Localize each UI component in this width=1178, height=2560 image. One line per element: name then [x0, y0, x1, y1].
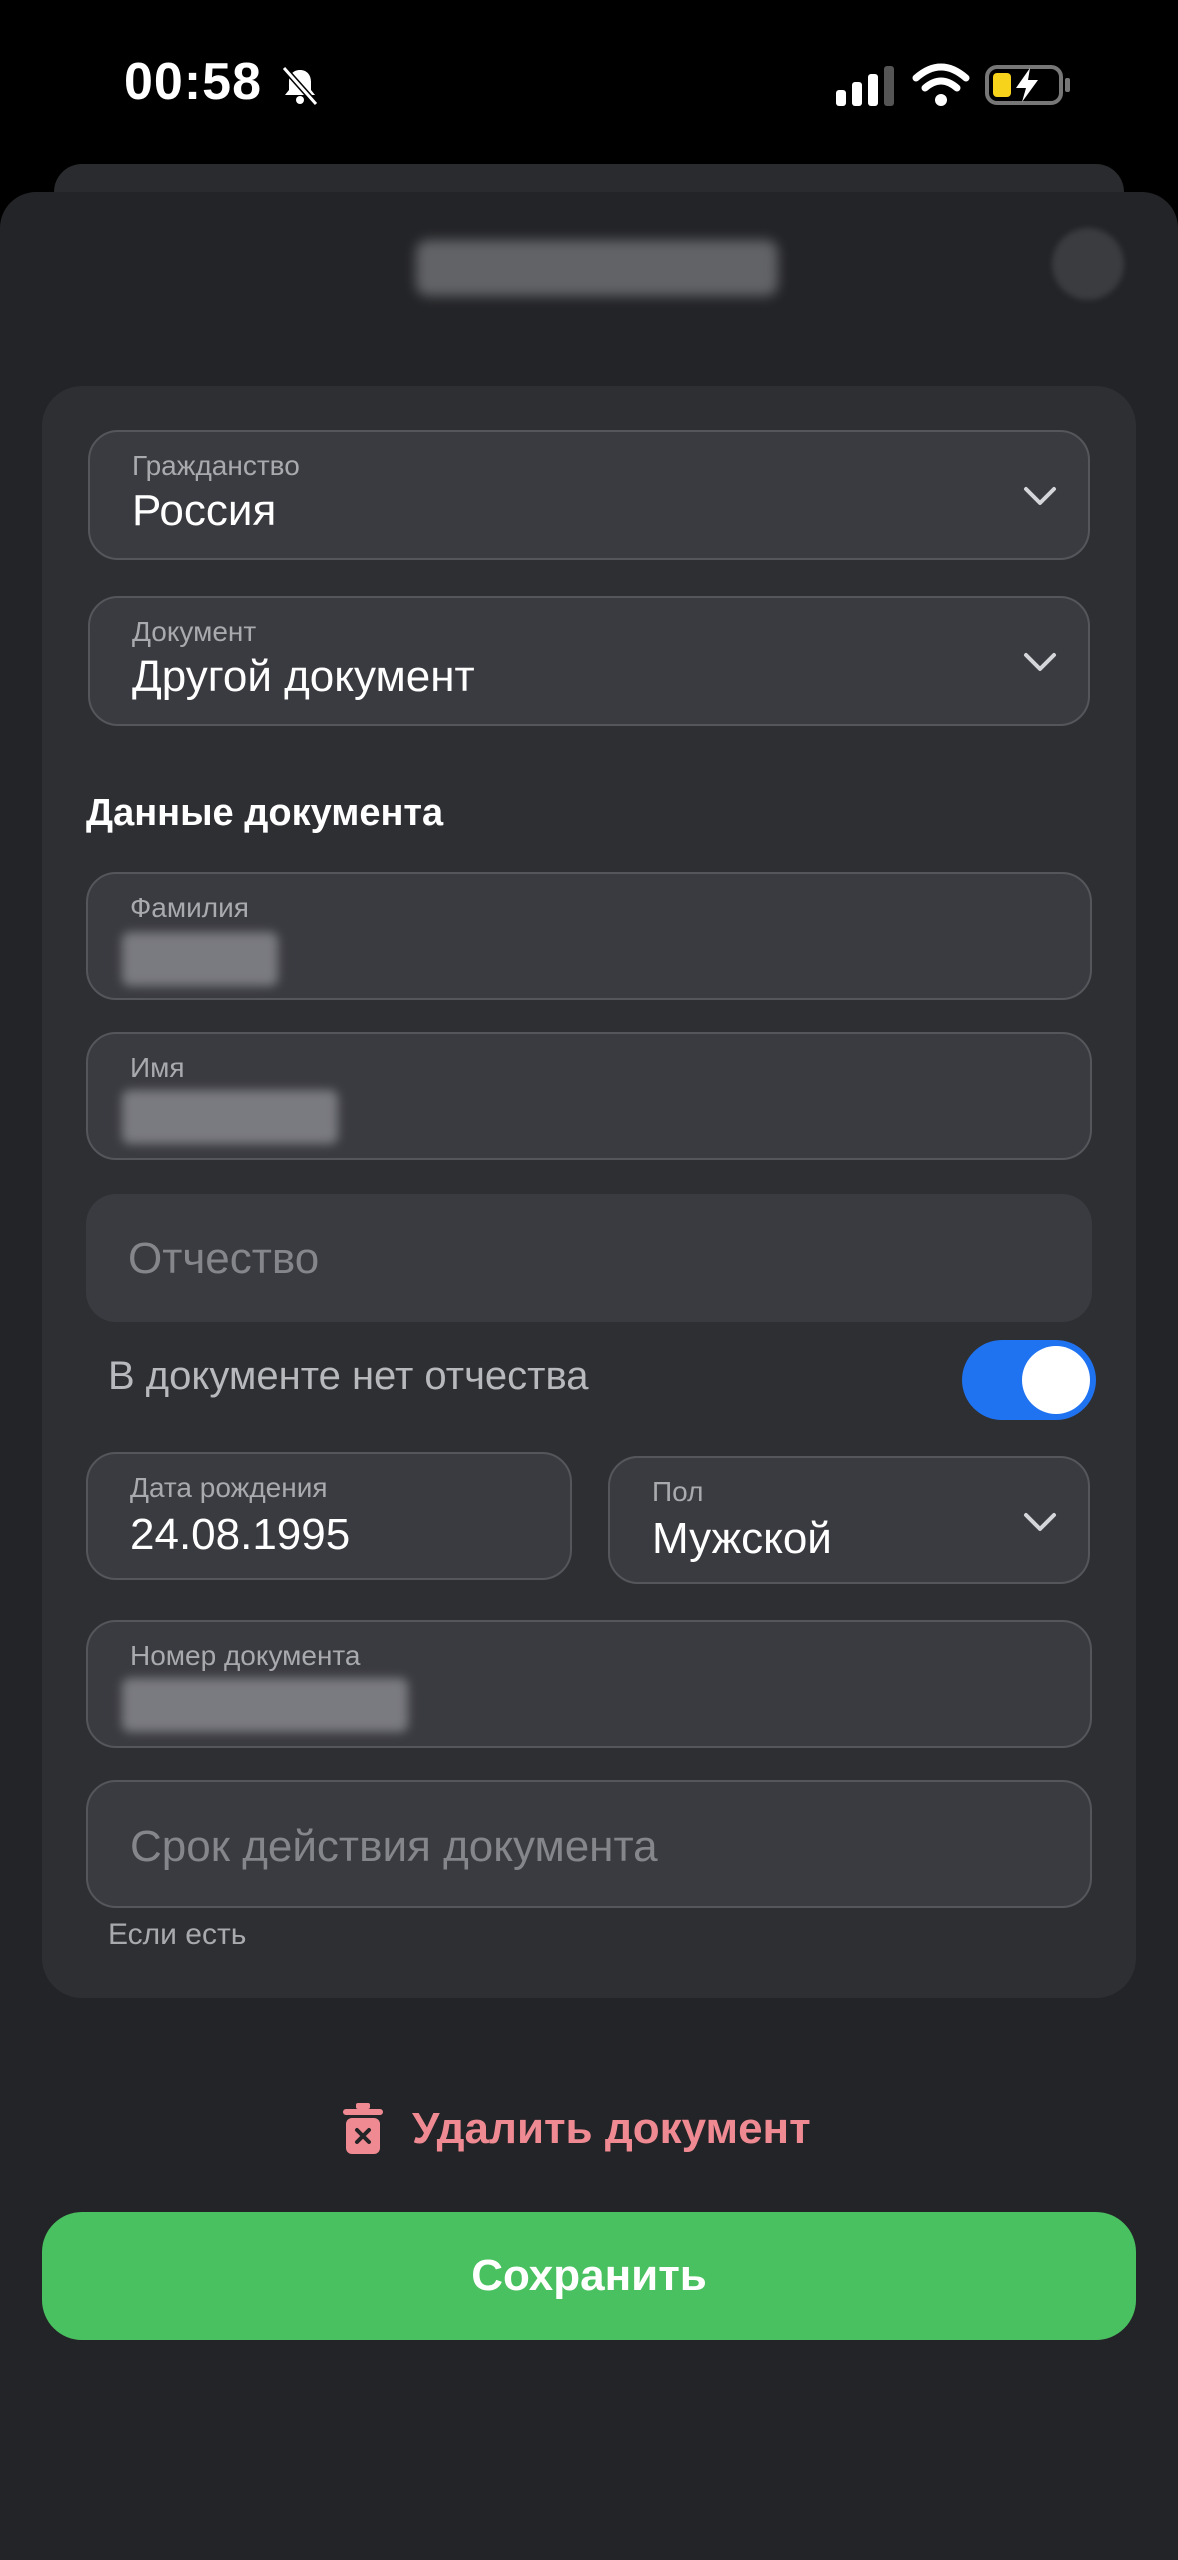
expiry-field[interactable]: Срок действия документа: [86, 1780, 1092, 1908]
close-button[interactable]: [1052, 228, 1124, 300]
no-patronymic-toggle[interactable]: [962, 1340, 1096, 1420]
delete-document-button[interactable]: Удалить документ: [340, 2094, 811, 2164]
status-time: 00:58: [124, 53, 262, 111]
patronymic-placeholder: Отчество: [128, 1234, 320, 1283]
section-title: Данные документа: [86, 792, 444, 834]
patronymic-field[interactable]: Отчество: [86, 1194, 1092, 1322]
save-button-label: Сохранить: [471, 2251, 707, 2300]
document-number-value-redacted: [122, 1678, 408, 1732]
gender-select[interactable]: Пол Мужской: [608, 1456, 1090, 1584]
document-number-field[interactable]: Номер документа: [86, 1620, 1092, 1748]
battery-charging-icon: [985, 65, 1070, 105]
document-type-select[interactable]: Документ Другой документ: [88, 596, 1090, 726]
expiry-hint: Если есть: [108, 1918, 247, 1951]
document-number-label: Номер документа: [130, 1640, 361, 1671]
chevron-down-icon: [1024, 487, 1056, 505]
expiry-placeholder: Срок действия документа: [130, 1822, 658, 1871]
cellular-signal-icon: [836, 66, 894, 106]
last-name-field[interactable]: Фамилия: [86, 872, 1092, 1000]
chevron-down-icon: [1024, 653, 1056, 671]
first-name-label: Имя: [130, 1052, 185, 1083]
citizenship-value: Россия: [132, 486, 277, 535]
first-name-field[interactable]: Имя: [86, 1032, 1092, 1160]
citizenship-select[interactable]: Гражданство Россия: [88, 430, 1090, 560]
chevron-down-icon: [1024, 1513, 1056, 1531]
document-type-label: Документ: [132, 616, 257, 647]
sheet-title-redacted: [416, 240, 778, 296]
toggle-knob: [1022, 1346, 1090, 1414]
delete-document-label: Удалить документ: [412, 2104, 811, 2153]
no-patronymic-label: В документе нет отчества: [108, 1354, 589, 1398]
gender-label: Пол: [652, 1476, 704, 1507]
birth-date-value: 24.08.1995: [130, 1510, 351, 1559]
wifi-icon: [912, 63, 970, 106]
last-name-value-redacted: [122, 932, 278, 986]
last-name-label: Фамилия: [130, 892, 249, 923]
status-bar: 00:58: [0, 0, 1178, 170]
birth-date-field[interactable]: Дата рождения 24.08.1995: [86, 1452, 572, 1580]
first-name-value-redacted: [122, 1090, 338, 1144]
bell-slash-icon: [281, 66, 319, 106]
document-type-value: Другой документ: [132, 652, 475, 701]
birth-date-label: Дата рождения: [130, 1472, 328, 1503]
gender-value: Мужской: [652, 1514, 832, 1563]
citizenship-label: Гражданство: [132, 450, 300, 481]
trash-icon: [343, 2103, 383, 2154]
save-button[interactable]: Сохранить: [42, 2212, 1136, 2340]
